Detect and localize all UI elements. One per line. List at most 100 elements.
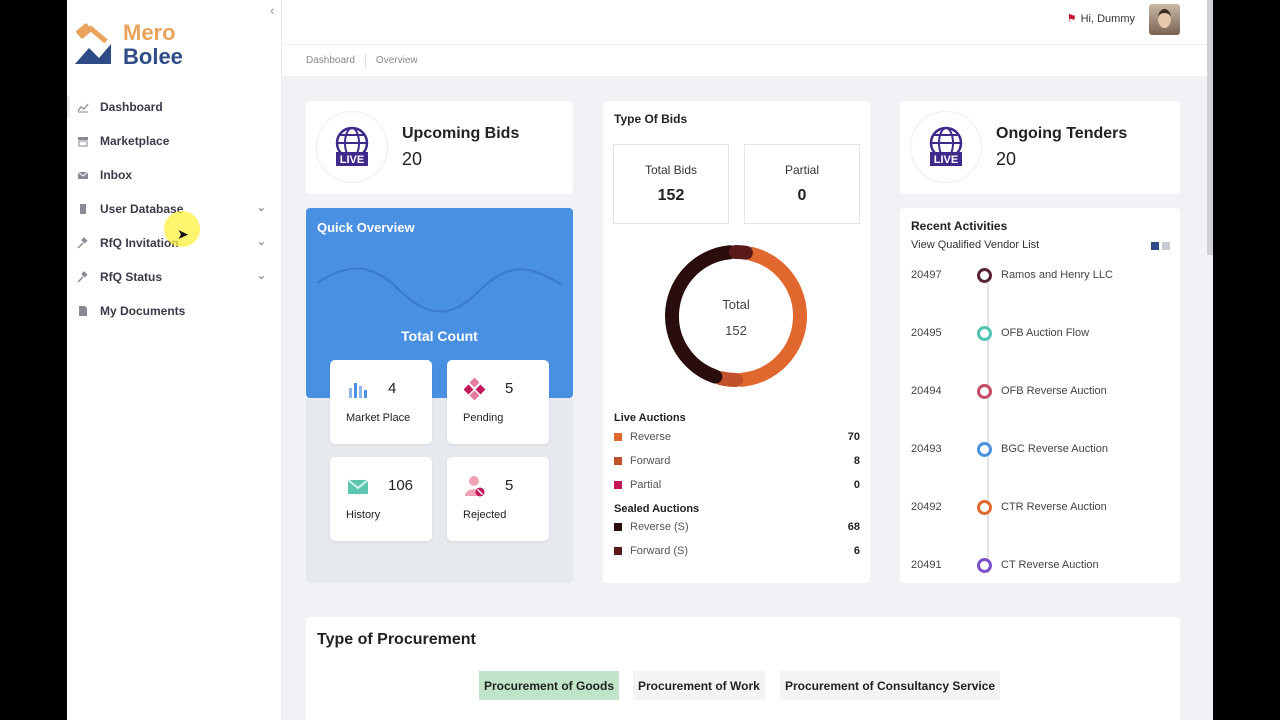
legend-label: Forward (S) (630, 545, 689, 557)
donut-segment-reverse-s- (665, 245, 738, 384)
legend-value: 0 (853, 479, 860, 491)
chevron-down-icon[interactable]: ⌄ (257, 201, 266, 214)
activity-name: CT Reverse Auction (1001, 559, 1099, 571)
activity-row[interactable]: 20492 CTR Reverse Auction (911, 497, 1171, 517)
legend-label: Forward (630, 455, 671, 467)
legend-value: 70 (847, 431, 860, 443)
collapse-sidebar-icon[interactable]: ‹ (270, 2, 275, 18)
activity-row[interactable]: 20491 CT Reverse Auction (911, 555, 1171, 575)
legend-row: Forward (S) 6 (614, 545, 860, 557)
activity-row[interactable]: 20494 OFB Reverse Auction (911, 381, 1171, 401)
page-dot-active[interactable] (1151, 242, 1159, 250)
ongoing-tenders-card[interactable]: LIVE Ongoing Tenders 20 (900, 101, 1180, 194)
chevron-down-icon[interactable]: ⌄ (257, 235, 266, 248)
sidebar-item-rfq-status[interactable]: RfQ Status ⌄ (67, 260, 282, 294)
building-icon (77, 203, 89, 215)
logo[interactable]: Mero Bolee (73, 18, 203, 70)
user-rejected-icon (465, 476, 485, 497)
live-auctions-heading: Live Auctions (614, 412, 686, 424)
sidebar-item-my-documents[interactable]: My Documents (67, 294, 282, 328)
legend-row: Reverse 70 (614, 431, 860, 443)
tile-value: 5 (505, 380, 514, 397)
mail-icon (77, 169, 89, 181)
type-of-bids-title: Type Of Bids (614, 112, 688, 126)
activity-id: 20492 (911, 501, 942, 513)
gavel-logo-icon (75, 23, 111, 64)
activity-row[interactable]: 20497 Ramos and Henry LLC (911, 265, 1171, 285)
live-globe-icon: LIVE (910, 111, 982, 183)
donut-total-value: 152 (725, 323, 747, 338)
sealed-auctions-heading: Sealed Auctions (614, 503, 700, 515)
legend-swatch (614, 523, 622, 531)
live-badge-text: LIVE (340, 154, 364, 166)
timeline-dot (977, 557, 992, 573)
activity-id: 20493 (911, 443, 942, 455)
sidebar-item-inbox[interactable]: Inbox (67, 158, 282, 192)
donut-segment-reverse (734, 246, 807, 387)
tile-value: 5 (505, 477, 514, 494)
activity-id: 20497 (911, 269, 942, 281)
chart-line-icon (77, 101, 89, 113)
donut-segment-forward (713, 371, 744, 388)
legend-value: 8 (853, 455, 860, 467)
sidebar-item-label: Marketplace (100, 134, 170, 148)
page-scrollbar[interactable] (1207, 0, 1213, 255)
sidebar-item-label: RfQ Status (100, 270, 163, 284)
timeline-dot (977, 325, 992, 341)
bids-donut-chart: Total 152 (665, 245, 807, 388)
legend-label: Reverse (S) (630, 521, 689, 533)
user-greeting[interactable]: ⚑ Hi, Dummy (1066, 12, 1135, 26)
rejected-tile[interactable]: 5 Rejected (447, 457, 549, 541)
sidebar-item-marketplace[interactable]: Marketplace (67, 124, 282, 158)
tile-label: History (346, 509, 381, 521)
activity-name: OFB Auction Flow (1001, 327, 1090, 339)
pagination-dots[interactable] (1151, 242, 1170, 250)
market-place-tile[interactable]: 4 Market Place (330, 360, 432, 444)
gavel-icon (77, 237, 89, 249)
tab-procurement-consultancy[interactable]: Procurement of Consultancy Service (780, 671, 1001, 700)
pending-tile[interactable]: 5 Pending (447, 360, 549, 444)
app-frame: ‹ Mero Bolee Dashboard Marketplace Inbox… (67, 0, 1213, 720)
legend-label: Partial (630, 479, 662, 491)
history-tile[interactable]: 106 History (330, 457, 432, 541)
procurement-card: Type of Procurement Procurement of Goods… (306, 617, 1180, 720)
legend-row: Reverse (S) 68 (614, 521, 860, 533)
gavel-icon (77, 271, 89, 283)
breadcrumb: Dashboard Overview (282, 44, 1213, 76)
legend-swatch (614, 547, 622, 555)
upcoming-bids-card[interactable]: LIVE Upcoming Bids 20 (306, 101, 573, 194)
timeline-dot (977, 441, 992, 457)
procurement-title: Type of Procurement (317, 631, 476, 648)
sidebar-item-dashboard[interactable]: Dashboard (67, 90, 282, 124)
legend-label: Reverse (630, 431, 671, 443)
sidebar-item-label: Dashboard (100, 100, 163, 114)
nepal-flag-icon: ⚑ (1066, 13, 1077, 25)
activity-id: 20495 (911, 327, 942, 339)
activity-row[interactable]: 20495 OFB Auction Flow (911, 323, 1171, 343)
page-dot[interactable] (1162, 242, 1170, 250)
activity-row[interactable]: 20493 BGC Reverse Auction (911, 439, 1171, 459)
mouse-pointer-icon: ➤ (177, 226, 189, 242)
activity-name: BGC Reverse Auction (1001, 443, 1108, 455)
total-bids-label: Total Bids (644, 163, 698, 177)
activity-name: CTR Reverse Auction (1001, 501, 1107, 513)
view-vendor-list-link[interactable]: View Qualified Vendor List (911, 239, 1039, 251)
brand-line2: Bolee (123, 44, 183, 69)
breadcrumb-dashboard[interactable]: Dashboard (306, 55, 355, 66)
bar-chart-icon (349, 383, 367, 398)
sidebar: ‹ Mero Bolee Dashboard Marketplace Inbox… (67, 0, 282, 720)
legend-swatch (614, 457, 622, 465)
legend-value: 6 (853, 545, 860, 557)
live-badge-text: LIVE (934, 154, 958, 166)
chevron-down-icon[interactable]: ⌄ (257, 269, 266, 282)
timeline-dot (977, 383, 992, 399)
tab-procurement-work[interactable]: Procurement of Work (633, 671, 765, 700)
partial-label: Partial (784, 163, 819, 177)
avatar[interactable] (1149, 4, 1180, 35)
total-bids-value: 152 (657, 187, 685, 204)
tab-procurement-goods[interactable]: Procurement of Goods (479, 671, 620, 700)
upcoming-bids-title: Upcoming Bids (402, 125, 520, 142)
activity-name: OFB Reverse Auction (1001, 385, 1107, 397)
activity-name: Ramos and Henry LLC (1001, 269, 1113, 281)
breadcrumb-overview: Overview (375, 55, 418, 66)
